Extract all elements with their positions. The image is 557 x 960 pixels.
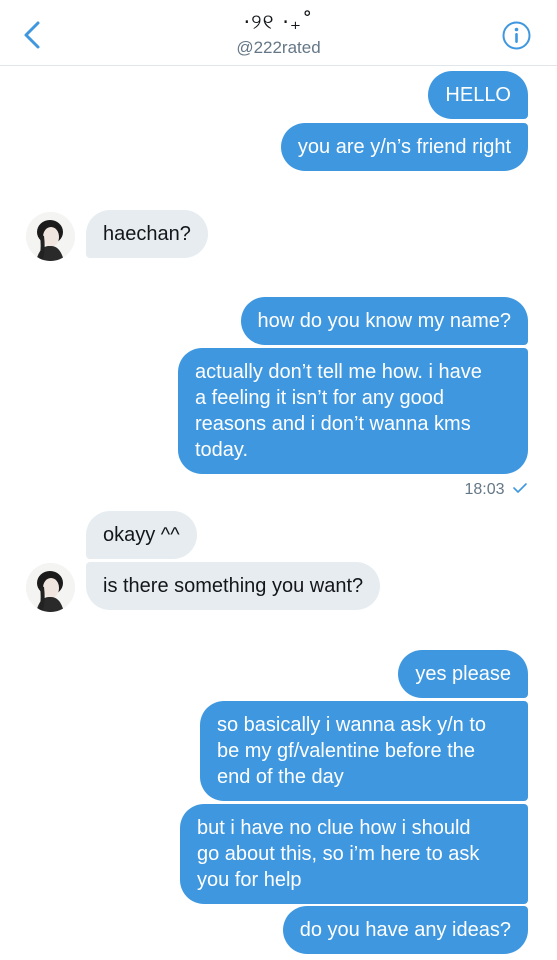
conversation-header: ·୨୧ ·₊˚ @222rated (0, 0, 557, 66)
message-bubble-outgoing[interactable]: how do you know my name? (240, 297, 528, 345)
message-bubble-outgoing[interactable]: so basically i wanna ask y/n to be my gf… (200, 701, 528, 801)
avatar-image-icon (26, 563, 75, 612)
message-bubble-outgoing[interactable]: do you have any ideas? (282, 906, 528, 954)
message-bubble-incoming[interactable]: okayy ^^ (86, 511, 197, 559)
info-icon[interactable] (502, 21, 531, 50)
contact-avatar[interactable] (26, 563, 75, 612)
avatar-image-icon (26, 212, 75, 261)
message-bubble-outgoing[interactable]: you are y/n’s friend right (280, 123, 528, 171)
message-bubble-outgoing[interactable]: HELLO (428, 71, 528, 119)
message-bubble-outgoing[interactable]: actually don’t tell me how. i have a fee… (178, 348, 528, 474)
message-bubble-outgoing[interactable]: yes please (398, 650, 528, 698)
conversation-handle[interactable]: @222rated (0, 38, 557, 58)
message-bubble-outgoing[interactable]: but i have no clue how i should go about… (180, 804, 528, 904)
message-bubble-incoming[interactable]: haechan? (86, 210, 208, 258)
message-timestamp: 18:03 (465, 481, 529, 499)
read-check-icon (513, 483, 527, 493)
conversation-title[interactable]: ·୨୧ ·₊˚ (0, 10, 557, 35)
message-bubble-incoming[interactable]: is there something you want? (86, 562, 381, 610)
timestamp-text: 18:03 (464, 481, 505, 498)
contact-avatar[interactable] (26, 212, 75, 261)
